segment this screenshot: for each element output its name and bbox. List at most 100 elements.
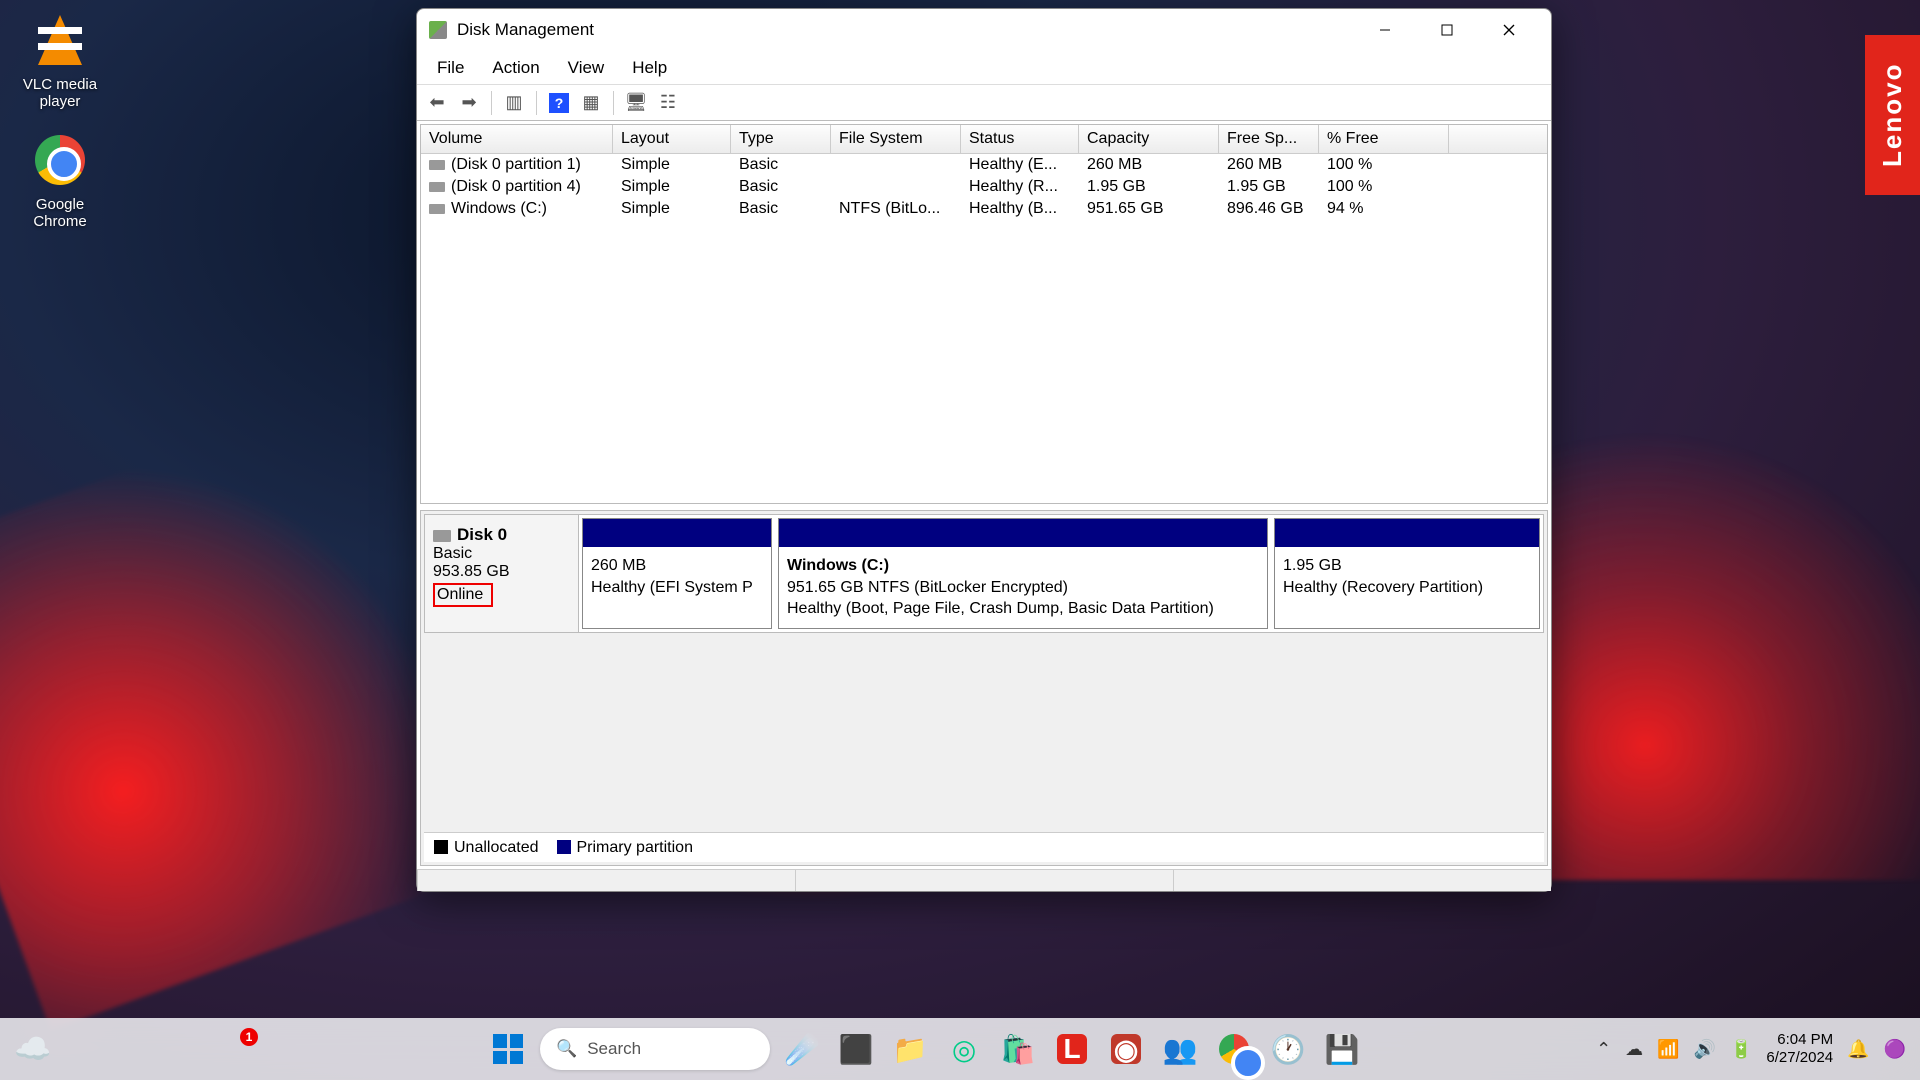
disk-row[interactable]: Disk 0 Basic 953.85 GB Online 260 MBHeal… [424,514,1544,633]
desktop-icon-label: VLC media player [15,76,105,110]
cell-status: Healthy (R... [961,176,1079,198]
list-icon: ☷ [660,92,676,113]
tray-battery[interactable]: 🔋 [1730,1039,1752,1060]
taskbar-app-explorer[interactable]: 📁 [888,1027,932,1071]
desktop-icon-chrome[interactable]: Google Chrome [15,135,105,230]
cell-layout: Simple [613,154,731,176]
partition-block[interactable]: 1.95 GBHealthy (Recovery Partition) [1274,518,1540,629]
col-status[interactable]: Status [961,125,1079,153]
col-free[interactable]: Free Sp... [1219,125,1319,153]
toolbar: ⬅ ➡ ▥ ? ▦ 🖥 ☷ [417,85,1551,121]
taskbar-search[interactable]: 🔍 Search [540,1028,770,1070]
tray-volume[interactable]: 🔊 [1694,1039,1716,1060]
back-button[interactable]: ⬅ [423,89,451,117]
teams-icon: 👥 [1163,1033,1198,1066]
cell-filesystem: NTFS (BitLo... [831,198,961,220]
taskbar-app-lenovo[interactable]: L [1050,1027,1094,1071]
col-volume[interactable]: Volume [421,125,613,153]
cell-volume: (Disk 0 partition 4) [421,176,613,198]
minimize-icon [1379,24,1391,36]
menu-view[interactable]: View [554,53,619,83]
col-percent-free[interactable]: % Free [1319,125,1449,153]
col-filesystem[interactable]: File System [831,125,961,153]
cell-capacity: 951.65 GB [1079,198,1219,220]
taskbar-app-chrome[interactable] [1212,1027,1256,1071]
volume-list-body[interactable]: (Disk 0 partition 1)SimpleBasicHealthy (… [421,154,1547,503]
taskbar-app-diskmgmt[interactable]: 💾 [1320,1027,1364,1071]
partition-title: Windows (C:) [787,555,1259,577]
partition-header-bar [583,519,771,547]
taskbar-app-taskview[interactable]: ⬛ [834,1027,878,1071]
cell-capacity: 260 MB [1079,154,1219,176]
search-placeholder: Search [587,1039,641,1059]
arrow-left-icon: ⬅ [429,92,444,113]
close-button[interactable] [1479,10,1539,50]
partition-header-bar [779,519,1267,547]
edge-icon: ◎ [952,1033,976,1066]
col-type[interactable]: Type [731,125,831,153]
table-row[interactable]: Windows (C:)SimpleBasicNTFS (BitLo...Hea… [421,198,1547,220]
cell-filesystem [831,176,961,198]
tray-notifications[interactable]: 🔔 [1847,1039,1869,1060]
disk-label[interactable]: Disk 0 Basic 953.85 GB Online [425,515,579,632]
settings-button[interactable]: ▦ [577,89,605,117]
help-icon: ? [549,93,569,113]
tray-wifi[interactable]: 📶 [1657,1039,1679,1060]
cell-layout: Simple [613,176,731,198]
start-button[interactable] [486,1027,530,1071]
cell-free: 260 MB [1219,154,1319,176]
partition-header-bar [1275,519,1539,547]
minimize-button[interactable] [1355,10,1415,50]
taskbar-app-red[interactable]: ◉ [1104,1027,1148,1071]
window-titlebar[interactable]: Disk Management [417,9,1551,51]
taskbar-app-clock[interactable]: 🕐 [1266,1027,1310,1071]
col-capacity[interactable]: Capacity [1079,125,1219,153]
desktop-background[interactable]: Lenovo VLC media player Google Chrome Di… [0,0,1920,1080]
partition-size: 260 MB [591,555,763,577]
partition-body: 1.95 GBHealthy (Recovery Partition) [1275,547,1539,628]
search-icon: 🔍 [556,1039,577,1059]
bell-icon: 🔔 [1847,1039,1869,1059]
legend-swatch-unallocated [434,840,448,854]
tray-copilot[interactable]: 🟣 [1884,1039,1906,1060]
disk-graphical-pane[interactable]: Disk 0 Basic 953.85 GB Online 260 MBHeal… [420,510,1548,866]
partition-block[interactable]: 260 MBHealthy (EFI System P [582,518,772,629]
menu-help[interactable]: Help [618,53,681,83]
weather-widget[interactable]: ☁️ [14,1032,254,1067]
clock-icon: 🕐 [1271,1033,1306,1066]
disk-size: 953.85 GB [433,563,570,581]
cell-percent-free: 94 % [1319,198,1449,220]
show-hide-console-tree-button[interactable]: ▥ [500,89,528,117]
disk-icon [429,204,445,214]
properties-button[interactable]: ☷ [654,89,682,117]
disk-management-window: Disk Management File Action View Help ⬅ … [416,8,1552,892]
table-row[interactable]: (Disk 0 partition 4)SimpleBasicHealthy (… [421,176,1547,198]
cell-free: 896.46 GB [1219,198,1319,220]
help-button[interactable]: ? [545,89,573,117]
taskbar-app-edge[interactable]: ◎ [942,1027,986,1071]
volume-list-pane[interactable]: Volume Layout Type File System Status Ca… [420,124,1548,504]
taskbar-app-store[interactable]: 🛍️ [996,1027,1040,1071]
app-icon: ◉ [1111,1034,1141,1064]
taskbar-app-meteor[interactable]: ☄️ [780,1027,824,1071]
partition-block[interactable]: Windows (C:)951.65 GB NTFS (BitLocker En… [778,518,1268,629]
vlc-icon [38,15,82,65]
taskbar: ☁️ 🔍 Search ☄️ ⬛ 📁 ◎ 🛍️ L ◉ 👥 🕐 💾 ⌃ [0,1018,1920,1080]
desktop-icon-vlc[interactable]: VLC media player [15,15,105,110]
partition-body: 260 MBHealthy (EFI System P [583,547,771,628]
taskbar-clock[interactable]: 6:04 PM 6/27/2024 [1766,1031,1833,1067]
store-icon: 🛍️ [1001,1033,1036,1066]
forward-button[interactable]: ➡ [455,89,483,117]
battery-icon: 🔋 [1730,1039,1752,1059]
cell-free: 1.95 GB [1219,176,1319,198]
col-layout[interactable]: Layout [613,125,731,153]
table-row[interactable]: (Disk 0 partition 1)SimpleBasicHealthy (… [421,154,1547,176]
tray-chevron[interactable]: ⌃ [1596,1039,1611,1060]
legend-swatch-primary [557,840,571,854]
taskbar-app-teams[interactable]: 👥 [1158,1027,1202,1071]
maximize-button[interactable] [1417,10,1477,50]
menu-file[interactable]: File [423,53,478,83]
refresh-button[interactable]: 🖥 [622,89,650,117]
menu-action[interactable]: Action [478,53,553,83]
tray-onedrive[interactable]: ☁ [1625,1039,1643,1060]
